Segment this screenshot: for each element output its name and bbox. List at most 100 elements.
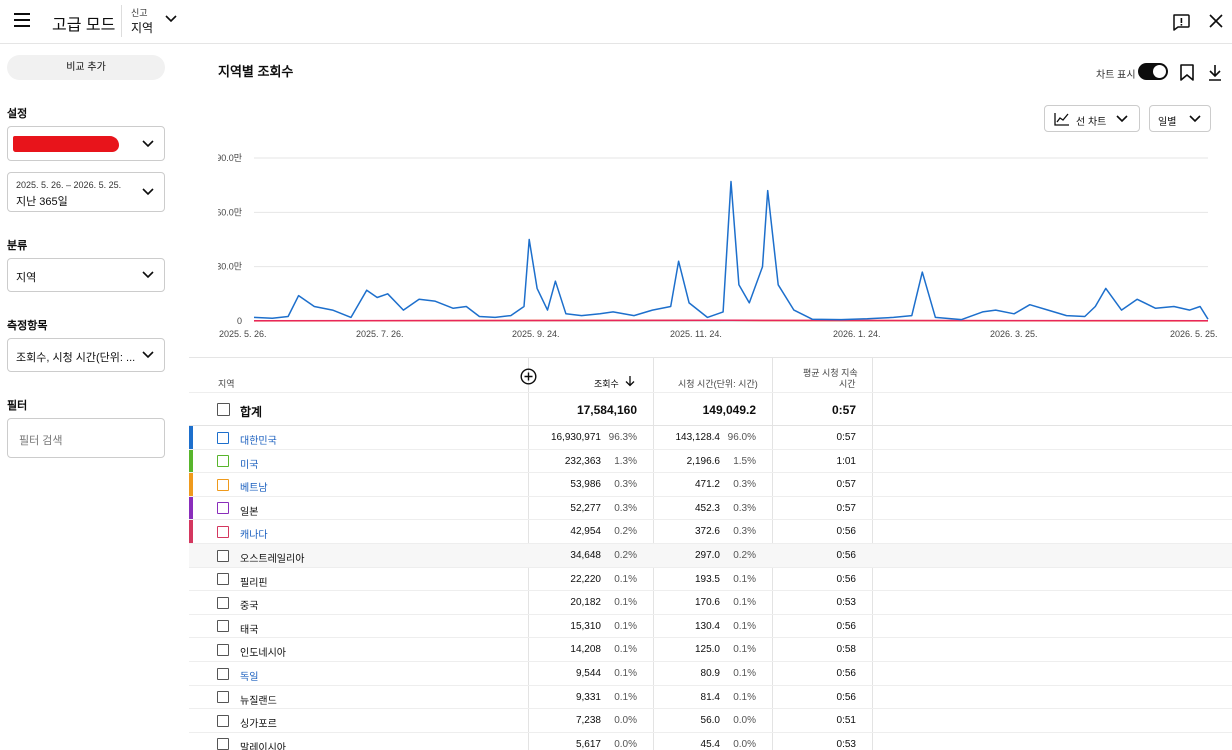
views-value: 14,208: [570, 644, 601, 656]
chart-toggle[interactable]: [1138, 63, 1168, 80]
row-checkbox[interactable]: [217, 620, 229, 633]
watch-time-value: 45.4: [700, 738, 720, 750]
views-value: 53,986: [570, 479, 601, 491]
menu-icon[interactable]: [14, 13, 30, 27]
close-icon[interactable]: [1209, 14, 1223, 28]
region-name: 중국: [240, 601, 259, 613]
region-name[interactable]: 미국: [240, 456, 258, 471]
views-percent: 96.3%: [608, 432, 637, 443]
views-percent: 1.3%: [614, 455, 637, 467]
bookmark-icon[interactable]: [1180, 64, 1194, 81]
row-checkbox[interactable]: [217, 549, 229, 562]
row-checkbox[interactable]: [217, 714, 229, 727]
views-percent: 0.3%: [614, 479, 637, 491]
total-checkbox[interactable]: [217, 403, 230, 416]
table-row[interactable]: 독일 9,544 0.1% 80.9 0.1% 0:56: [189, 662, 1232, 686]
watch-time-value: 56.0: [700, 715, 720, 727]
row-checkbox[interactable]: [217, 478, 229, 491]
table-row[interactable]: 말레이시아 5,617 0.0% 45.4 0.0% 0:53: [189, 733, 1232, 750]
row-checkbox[interactable]: [217, 738, 229, 750]
watch-time-percent: 0.3%: [733, 502, 756, 514]
report-selector[interactable]: 지역: [131, 19, 153, 36]
region-name: 인도네시아: [240, 648, 286, 660]
views-percent: 0.3%: [614, 502, 637, 514]
total-avg-duration: 0:57: [831, 403, 856, 417]
watch-time-value: 143,128.4: [675, 432, 721, 443]
row-checkbox[interactable]: [217, 667, 229, 680]
filter-search-input[interactable]: 필터 검색: [7, 418, 165, 458]
row-checkbox[interactable]: [217, 525, 229, 538]
row-checkbox[interactable]: [217, 502, 229, 515]
x-tick-label: 2025. 7. 26.: [356, 329, 404, 339]
x-tick-label: 2025. 9. 24.: [512, 329, 560, 339]
table-row[interactable]: 오스트레일리아 34,648 0.2% 297.0 0.2% 0:56: [189, 544, 1232, 568]
watch-time-value: 125.0: [694, 644, 720, 656]
chevron-down-icon: [142, 351, 154, 359]
table-row[interactable]: 인도네시아 14,208 0.1% 125.0 0.1% 0:58: [189, 638, 1232, 662]
row-checkbox[interactable]: [217, 596, 229, 609]
channel-selector[interactable]: [7, 126, 165, 161]
filter-label: 필터: [7, 400, 28, 412]
metrics-selector[interactable]: 조회수, 시청 시간(단위: ...: [7, 338, 165, 372]
chart-type-selector[interactable]: 선 차트: [1044, 105, 1140, 132]
download-icon[interactable]: [1208, 64, 1222, 81]
line-chart[interactable]: 90.0만 60.0만 30.0만 0 2025. 5. 26. 2025. 7. 26.…: [218, 148, 1232, 348]
table-row[interactable]: 일본 52,277 0.3% 452.3 0.3% 0:57: [189, 496, 1232, 521]
region-name[interactable]: 캐나다: [240, 526, 268, 541]
breakdown-selector[interactable]: 지역: [7, 258, 165, 292]
avg-duration-value: 0:53: [836, 738, 856, 750]
breakdown-value: 지역: [16, 272, 37, 284]
views-value: 7,238: [575, 715, 601, 727]
x-tick-label: 2026. 3. 25.: [990, 329, 1038, 339]
views-value: 16,930,971: [550, 432, 601, 443]
chevron-down-icon: [142, 271, 154, 279]
table-row[interactable]: 필리핀 22,220 0.1% 193.5 0.1% 0:56: [189, 568, 1232, 592]
watch-time-value: 170.6: [694, 597, 720, 609]
table-row[interactable]: 베트남 53,986 0.3% 471.2 0.3% 0:57: [189, 473, 1232, 497]
views-percent: 0.2%: [614, 526, 637, 538]
region-name[interactable]: 대한민국: [240, 432, 277, 447]
avg-duration-value: 0:53: [836, 597, 856, 609]
table-row[interactable]: 미국 232,363 1.3% 2,196.6 1.5% 1:01: [189, 449, 1232, 474]
row-checkbox[interactable]: [217, 643, 229, 656]
watch-time-percent: 0.1%: [733, 644, 756, 656]
watch-time-percent: 0.3%: [733, 479, 756, 491]
header-region[interactable]: 지역: [218, 377, 235, 390]
chevron-down-icon: [142, 188, 154, 196]
table-row[interactable]: 대한민국 16,930,971 96.3% 143,128.4 96.0% 0:57: [189, 426, 1232, 450]
table-row[interactable]: 싱가포르 7,238 0.0% 56.0 0.0% 0:51: [189, 709, 1232, 733]
avg-duration-value: 0:56: [836, 550, 856, 561]
region-name[interactable]: 베트남: [240, 479, 268, 494]
row-checkbox[interactable]: [217, 431, 229, 444]
header-watch-time[interactable]: 시청 시간(단위: 시간): [678, 377, 758, 390]
table-row[interactable]: 태국 15,310 0.1% 130.4 0.1% 0:56: [189, 615, 1232, 639]
feedback-icon[interactable]: [1172, 14, 1190, 31]
add-column-icon[interactable]: [520, 368, 537, 385]
region-name: 태국: [240, 624, 259, 636]
views-percent: 0.0%: [614, 738, 637, 750]
table-row[interactable]: 캐나다 42,954 0.2% 372.6 0.3% 0:56: [189, 520, 1232, 544]
series-color-bar: [189, 496, 193, 520]
views-value: 5,617: [575, 738, 601, 750]
x-tick-label: 2026. 1. 24.: [833, 329, 881, 339]
region-name[interactable]: 독일: [240, 668, 258, 683]
watch-time-value: 193.5: [694, 573, 720, 585]
chevron-down-icon[interactable]: [165, 14, 177, 24]
table-row[interactable]: 중국 20,182 0.1% 170.6 0.1% 0:53: [189, 591, 1232, 615]
avg-duration-value: 0:57: [836, 502, 856, 514]
row-checkbox[interactable]: [217, 691, 229, 704]
avg-duration-value: 0:56: [836, 573, 856, 585]
header-views[interactable]: 조회수: [594, 377, 619, 390]
table-row[interactable]: 뉴질랜드 9,331 0.1% 81.4 0.1% 0:56: [189, 686, 1232, 710]
granularity-selector[interactable]: 일별: [1149, 105, 1211, 132]
header-avg-duration-2[interactable]: 시간: [839, 377, 856, 390]
views-value: 232,363: [564, 455, 601, 467]
avg-duration-value: 0:56: [836, 526, 856, 538]
sort-down-arrow-icon[interactable]: [625, 375, 635, 387]
watch-time-percent: 1.5%: [733, 455, 756, 467]
date-range-selector[interactable]: 2025. 5. 26. – 2026. 5. 25. 지난 365일: [7, 172, 165, 212]
x-tick-label: 2025. 5. 26.: [219, 329, 267, 339]
row-checkbox[interactable]: [217, 455, 229, 468]
row-checkbox[interactable]: [217, 573, 229, 586]
add-compare-button[interactable]: 비교 추가: [7, 55, 165, 80]
